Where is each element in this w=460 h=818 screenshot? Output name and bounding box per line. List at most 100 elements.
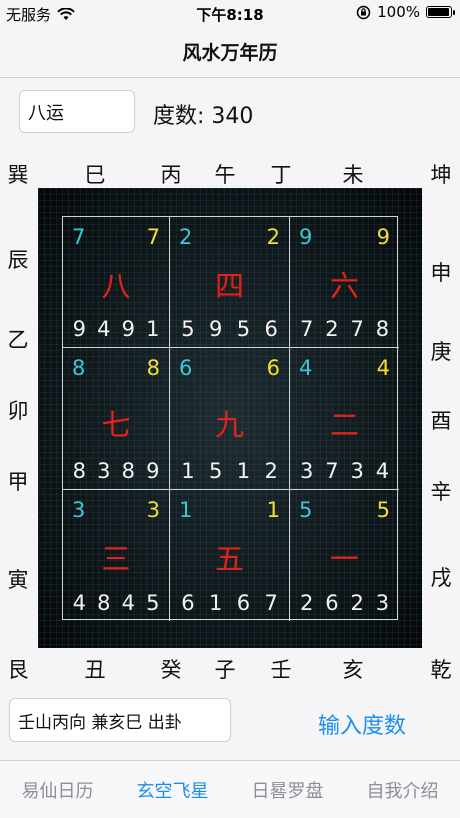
water-star: 9 [376,225,390,249]
tab-flying-star[interactable]: 玄空飞星 [137,777,209,803]
cell-number: 4 [72,591,86,615]
tab-compass[interactable]: 日晷罗盘 [252,777,324,803]
cell-number: 5 [236,317,251,341]
input-degree-button[interactable]: 输入度数 [318,708,406,740]
period-star: 四 [214,269,244,303]
cell-number: 7 [264,591,278,615]
mountain-star: 8 [72,356,86,380]
cell-number: 5 [181,317,195,341]
cell-numbers: 1 5 1 2 [170,459,289,483]
cell-number: 3 [350,459,364,483]
cell-number: 9 [121,317,135,341]
result-field[interactable]: 壬山丙向 兼亥巳 出卦 [9,698,231,742]
tab-bar: 易仙日历 玄空飞星 日晷罗盘 自我介绍 [0,760,460,818]
cell-numbers: 8 3 8 9 [63,459,169,483]
water-star: 8 [146,356,160,380]
cell-number: 4 [121,591,135,615]
mountain-star: 9 [299,225,313,249]
cell-number: 1 [236,459,251,483]
direction-left-4: 寅 [7,568,29,592]
cell-number: 6 [264,317,278,341]
direction-bottom-5: 亥 [342,658,364,682]
direction-top-5: 未 [342,163,364,187]
period-star: 九 [214,408,244,442]
cell-numbers: 9 4 9 1 [63,317,169,341]
nav-bar: 风水万年历 [0,26,460,78]
tab-calendar[interactable]: 易仙日历 [22,777,94,803]
cell-number: 6 [181,591,195,615]
cell-number: 4 [375,459,390,483]
mountain-star: 2 [179,225,193,249]
cell-number: 7 [350,317,364,341]
water-star: 5 [376,498,390,522]
period-star: 一 [329,542,359,576]
direction-bottom-4: 壬 [270,658,292,682]
cell-number: 3 [299,459,314,483]
tab-about[interactable]: 自我介绍 [367,777,439,803]
cell-number: 2 [350,591,364,615]
palace-grid: 7 7 八 9 4 9 1 2 2 四 5 9 5 6 9 9 六 7 2 7 … [62,216,399,621]
cell-number: 6 [325,591,339,615]
status-bar: 无服务 下午8:18 100% [0,0,460,26]
palace-cell: 1 1 五 6 1 6 7 [170,490,290,621]
water-star: 4 [376,356,390,380]
cell-number: 5 [208,459,223,483]
period-star: 二 [329,408,359,442]
palace-cell: 9 9 六 7 2 7 8 [290,217,399,348]
direction-top-1: 巳 [84,163,106,187]
direction-top-2: 丙 [160,163,182,187]
cell-number: 5 [146,591,160,615]
period-star: 三 [101,542,131,576]
water-star: 7 [146,225,160,249]
direction-bottom-3: 子 [214,658,236,682]
direction-top-6: 坤 [430,163,452,187]
direction-left-2: 卯 [7,399,29,423]
cell-number: 3 [375,591,390,615]
mountain-star: 6 [179,356,193,380]
direction-top-0: 巽 [7,163,29,187]
mountain-star: 3 [72,498,86,522]
mountain-star: 7 [72,225,86,249]
direction-top-3: 午 [214,163,236,187]
cell-number: 1 [208,591,223,615]
cell-number: 9 [208,317,223,341]
water-star: 6 [266,356,280,380]
mountain-star: 5 [299,498,313,522]
cell-numbers: 4 8 4 5 [63,591,169,615]
cell-number: 2 [299,591,314,615]
direction-bottom-0: 艮 [7,658,29,682]
cell-number: 6 [236,591,251,615]
cell-number: 2 [264,459,278,483]
direction-left-3: 甲 [7,470,29,494]
water-star: 1 [266,498,280,522]
cell-number: 1 [181,459,195,483]
period-star: 五 [214,542,244,576]
mountain-star: 4 [299,356,313,380]
water-star: 3 [146,498,160,522]
cell-number: 9 [72,317,86,341]
page-title: 风水万年历 [182,42,278,64]
direction-right-4: 戌 [430,566,452,590]
cell-number: 3 [97,459,111,483]
direction-bottom-6: 乾 [430,658,452,682]
orientation-lock-icon [356,5,371,19]
period-input[interactable]: 八运 [19,90,135,133]
direction-right-0: 申 [430,261,452,285]
palace-cell: 8 8 七 8 3 8 9 [63,348,170,490]
palace-cell: 4 4 二 3 7 3 4 [290,348,399,490]
cell-number: 2 [325,317,339,341]
flying-star-board: 7 7 八 9 4 9 1 2 2 四 5 9 5 6 9 9 六 7 2 7 … [38,188,422,648]
cell-number: 8 [97,591,111,615]
period-star: 七 [101,408,131,442]
cell-numbers: 5 9 5 6 [170,317,289,341]
mountain-star: 1 [179,498,193,522]
palace-cell: 7 7 八 9 4 9 1 [63,217,170,348]
direction-bottom-2: 癸 [160,658,182,682]
palace-cell: 5 5 一 2 6 2 3 [290,490,399,621]
cell-number: 1 [146,317,160,341]
status-right: 100% [356,3,455,21]
direction-top-4: 丁 [270,163,292,187]
cell-number: 7 [299,317,314,341]
cell-numbers: 3 7 3 4 [290,459,399,483]
battery-percent: 100% [377,3,420,21]
